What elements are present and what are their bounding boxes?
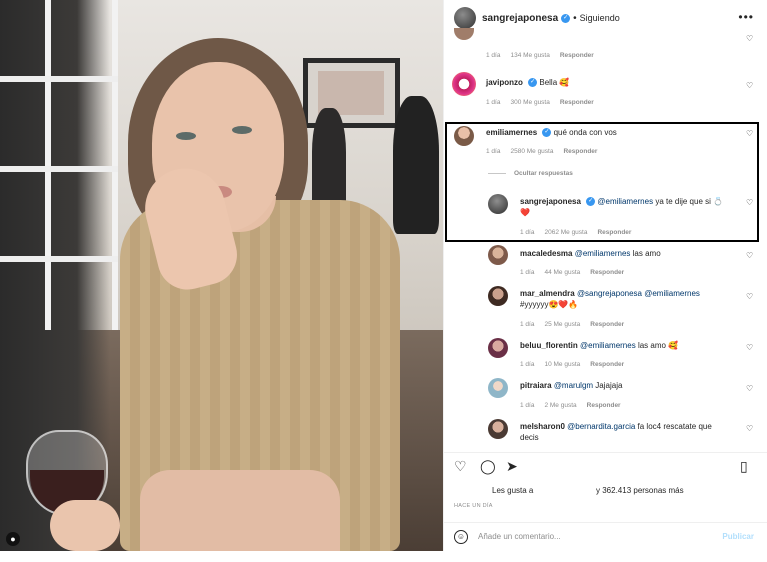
avatar[interactable] (454, 28, 474, 40)
comment-meta: 1 día 44 Me gusta Responder (520, 269, 625, 276)
comment-text: javiponzo ✓ Bella 🥰 (486, 78, 570, 88)
comment-text: macaledesma @emiliamernes las amo (520, 249, 661, 258)
post-username[interactable]: sangrejaponesa (482, 13, 558, 24)
comment-username[interactable]: melsharon0 (520, 422, 565, 431)
follow-status[interactable]: Siguiendo (580, 13, 620, 23)
like-comment-heart-icon[interactable]: ♡ (746, 343, 753, 352)
separator-dot: • (573, 12, 577, 24)
like-comment-heart-icon[interactable]: ♡ (746, 34, 753, 43)
share-icon[interactable]: ➤ (506, 458, 518, 475)
bg-person (393, 96, 439, 234)
likes-count[interactable]: y 362.413 personas más (596, 486, 684, 495)
avatar[interactable] (488, 286, 508, 306)
reply-button[interactable]: Responder (590, 321, 624, 328)
bookmark-icon[interactable]: ▯ (740, 458, 748, 475)
post-photo[interactable]: ● (0, 0, 443, 551)
emoji-icon[interactable]: ☺ (454, 530, 468, 544)
comment-meta: 1 día 10 Me gusta Responder (520, 361, 625, 368)
avatar[interactable] (488, 419, 508, 439)
add-comment-bar: ☺ Añade un comentario... Publicar (444, 522, 767, 551)
comment-username[interactable]: mar_almendra (520, 289, 575, 298)
comment-username[interactable]: pitraiara (520, 381, 552, 390)
post-time: HACE UN DÍA (454, 503, 493, 509)
mention-link[interactable]: @sangrejaponesa @emiliamernes (577, 289, 700, 298)
mention-link[interactable]: @emiliamernes (575, 249, 631, 258)
comment-username[interactable]: javiponzo (486, 78, 523, 87)
reply-button[interactable]: Responder (587, 402, 621, 409)
like-comment-heart-icon[interactable]: ♡ (746, 81, 753, 90)
reply-button[interactable]: Responder (560, 99, 594, 106)
comment-meta: 1 día 25 Me gusta Responder (520, 321, 625, 328)
comment-text: beluu_florentin @emiliamernes las amo 🥰 (520, 341, 679, 350)
instagram-post-panel: sangrejaponesa ✓ • Siguiendo ••• 1 día 13… (443, 0, 767, 551)
comment-username[interactable]: macaledesma (520, 249, 572, 258)
like-comment-heart-icon[interactable]: ♡ (746, 384, 753, 393)
avatar[interactable] (488, 245, 508, 265)
comment-meta: 1 día 134 Me gusta Responder (486, 52, 594, 59)
like-comment-heart-icon[interactable]: ♡ (746, 424, 753, 433)
user-tag-icon[interactable]: ● (6, 532, 20, 546)
likes-prefix: Les gusta a (492, 486, 534, 495)
reply-button[interactable]: Responder (560, 52, 594, 59)
avatar[interactable] (454, 7, 476, 29)
comment-meta: 1 día 300 Me gusta Responder (486, 99, 594, 106)
like-comment-heart-icon[interactable]: ♡ (746, 251, 753, 260)
shelf-post (112, 0, 118, 330)
avatar[interactable] (488, 378, 508, 398)
avatar[interactable] (488, 338, 508, 358)
reply-button[interactable]: Responder (590, 269, 624, 276)
mention-link[interactable]: @emiliamernes (580, 341, 636, 350)
highlight-box (445, 122, 759, 242)
comment-text: pitraiara @marulgm Jajajaja (520, 381, 623, 390)
mention-link[interactable]: @marulgm (554, 381, 593, 390)
comment-username[interactable]: beluu_florentin (520, 341, 578, 350)
verified-icon: ✓ (561, 13, 571, 23)
verified-icon: ✓ (528, 78, 538, 88)
more-options-icon[interactable]: ••• (738, 10, 754, 24)
legs (140, 470, 340, 551)
avatar[interactable] (452, 72, 476, 96)
post-header: sangrejaponesa ✓ • Siguiendo ••• (444, 0, 767, 36)
shelf (0, 166, 118, 172)
like-comment-heart-icon[interactable]: ♡ (746, 292, 753, 301)
shelf (0, 76, 118, 82)
comment-text: mar_almendra @sangrejaponesa @emiliamern… (520, 289, 700, 309)
comment-input[interactable]: Añade un comentario... (478, 532, 561, 541)
hand (50, 500, 120, 551)
comment-meta: 1 día 2 Me gusta Responder (520, 402, 621, 409)
comment-icon[interactable]: ◯ (480, 458, 496, 475)
mention-link[interactable]: @bernardita.garcia (567, 422, 635, 431)
heart-icon[interactable]: ♡ (454, 458, 467, 475)
reply-button[interactable]: Responder (590, 361, 624, 368)
shelf (0, 256, 118, 262)
post-actions: ♡ ◯ ➤ ▯ (444, 452, 767, 476)
publish-button[interactable]: Publicar (722, 532, 754, 541)
comment-text: melsharon0 @bernardita.garcia fa loc4 re… (520, 422, 712, 442)
shelf-post (45, 0, 51, 330)
